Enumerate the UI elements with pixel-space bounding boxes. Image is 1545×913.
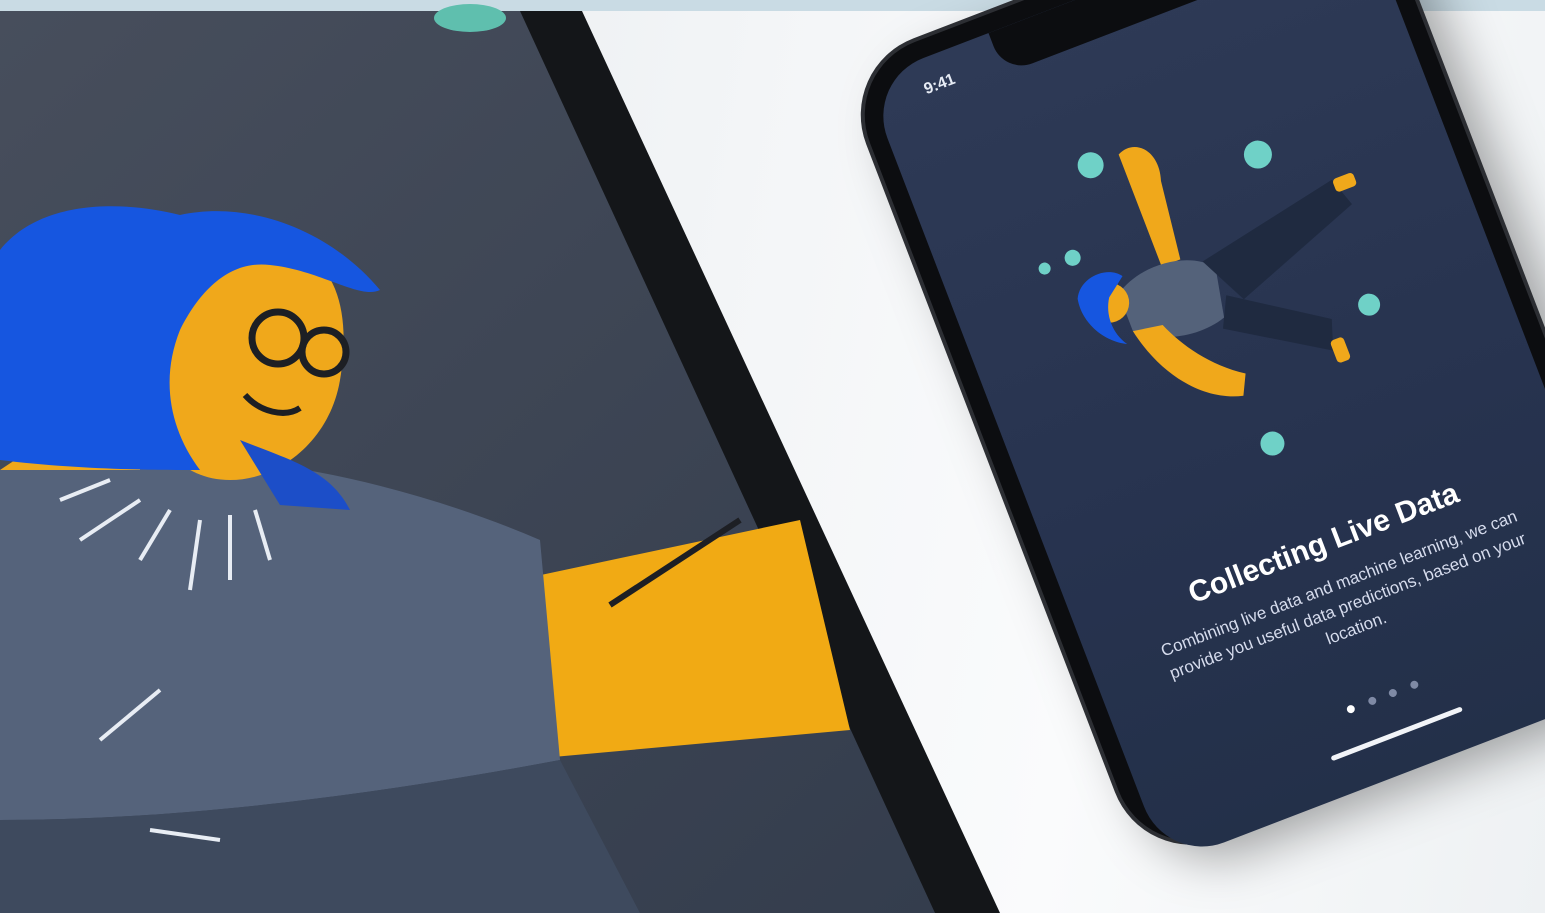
orb <box>1260 431 1285 456</box>
figure-raised-arm <box>1118 146 1181 267</box>
page-dot-1[interactable] <box>1345 703 1357 715</box>
orb <box>1077 152 1104 179</box>
photo-scene: 9:41 ▮ ᯤ ▬ <box>0 0 1545 913</box>
orb <box>1038 262 1051 275</box>
page-dot-2[interactable] <box>1366 695 1378 707</box>
onboarding-illustration <box>1038 140 1381 456</box>
status-time: 9:41 <box>921 70 958 99</box>
page-dot-3[interactable] <box>1387 687 1399 699</box>
phone-container: 9:41 ▮ ᯤ ▬ <box>0 0 1545 913</box>
orb <box>1243 140 1272 169</box>
phone-device: 9:41 ▮ ᯤ ▬ <box>842 0 1545 865</box>
orb <box>1358 293 1381 316</box>
phone-screen: 9:41 ▮ ᯤ ▬ <box>865 0 1545 865</box>
orb <box>1064 249 1081 266</box>
page-dot-4[interactable] <box>1408 679 1420 691</box>
